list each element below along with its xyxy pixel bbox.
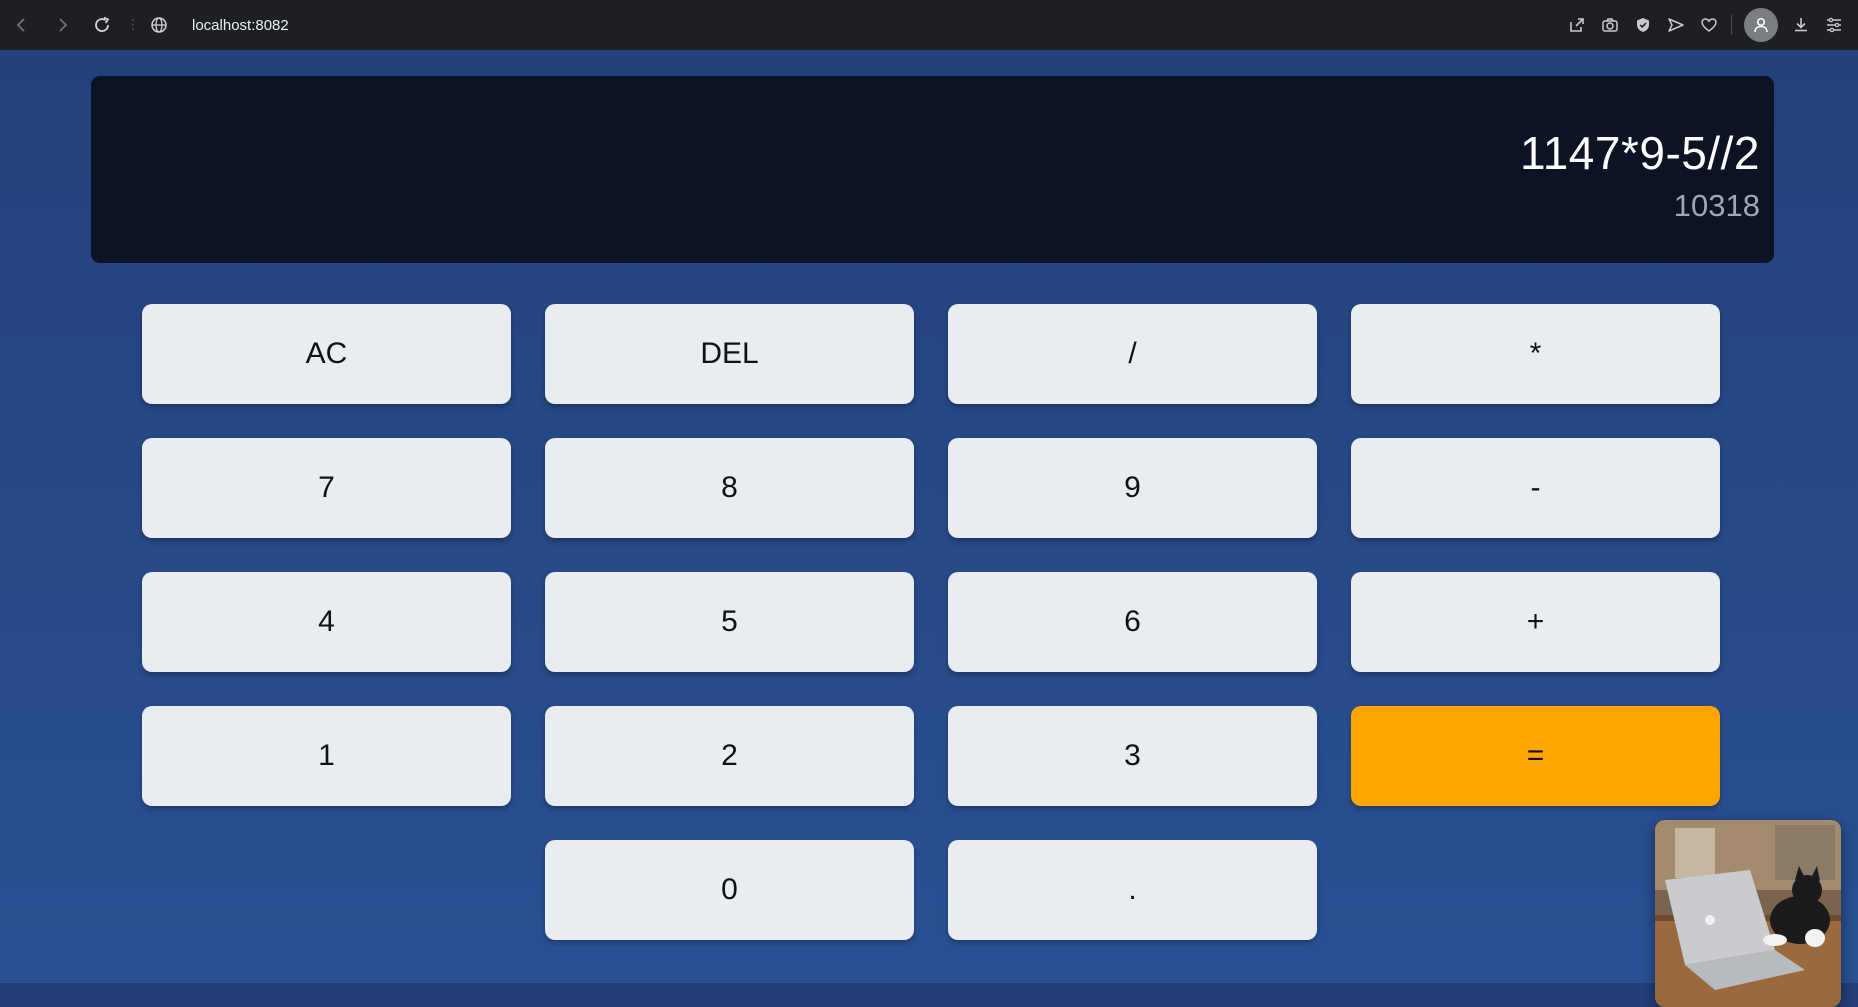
- minus-button[interactable]: -: [1351, 438, 1720, 538]
- cat-laptop-image: [1655, 820, 1841, 1007]
- calculator-page: 1147*9-5//2 10318 AC DEL / * 7 8 9 - 4 5…: [0, 50, 1858, 1007]
- clear-all-button[interactable]: AC: [142, 304, 511, 404]
- toolbar-separator: ⋮: [126, 17, 140, 33]
- send-button[interactable]: [1659, 5, 1692, 45]
- browser-tools: [1560, 5, 1850, 45]
- digit-5-button[interactable]: 5: [545, 572, 914, 672]
- calculator-display: 1147*9-5//2 10318: [91, 76, 1774, 263]
- address-bar-url[interactable]: localhost:8082: [192, 17, 289, 34]
- site-info-button[interactable]: [144, 10, 174, 40]
- equals-button[interactable]: =: [1351, 706, 1720, 806]
- digit-4-button[interactable]: 4: [142, 572, 511, 672]
- picture-in-picture-thumbnail[interactable]: [1655, 820, 1841, 1007]
- multiply-button[interactable]: *: [1351, 304, 1720, 404]
- arrow-left-icon: [16, 18, 25, 32]
- result-text: 10318: [1673, 188, 1760, 223]
- divide-button[interactable]: /: [948, 304, 1317, 404]
- reload-button[interactable]: [82, 5, 122, 45]
- profile-button[interactable]: [1744, 8, 1778, 42]
- back-button[interactable]: [2, 5, 42, 45]
- screenshot-button[interactable]: [1593, 5, 1626, 45]
- favorite-button[interactable]: [1692, 5, 1725, 45]
- digit-6-button[interactable]: 6: [948, 572, 1317, 672]
- shield-icon: [1636, 18, 1649, 32]
- decimal-point-button[interactable]: .: [948, 840, 1317, 940]
- digit-2-button[interactable]: 2: [545, 706, 914, 806]
- download-button[interactable]: [1784, 5, 1817, 45]
- globe-icon: [151, 17, 167, 33]
- share-icon: [1569, 18, 1584, 32]
- calculator-keypad: AC DEL / * 7 8 9 - 4 5 6 + 1 2 3 = 0 .: [142, 304, 1720, 940]
- download-icon: [1794, 18, 1807, 32]
- heart-icon: [1700, 18, 1717, 32]
- browser-toolbar: ⋮ localhost:8082: [0, 0, 1858, 50]
- digit-0-button[interactable]: 0: [545, 840, 914, 940]
- digit-1-button[interactable]: 1: [142, 706, 511, 806]
- camera-icon: [1601, 18, 1618, 32]
- send-icon: [1667, 18, 1684, 32]
- menu-icon: [1826, 17, 1841, 33]
- shield-button[interactable]: [1626, 5, 1659, 45]
- reload-icon: [95, 16, 110, 32]
- plus-button[interactable]: +: [1351, 572, 1720, 672]
- delete-button[interactable]: DEL: [545, 304, 914, 404]
- toolbar-divider: [1731, 15, 1732, 35]
- expression-text: 1147*9-5//2: [1520, 127, 1760, 179]
- digit-3-button[interactable]: 3: [948, 706, 1317, 806]
- arrow-right-icon: [59, 18, 68, 32]
- menu-button[interactable]: [1817, 5, 1850, 45]
- forward-button[interactable]: [42, 5, 82, 45]
- user-avatar-icon: [1754, 17, 1768, 33]
- digit-9-button[interactable]: 9: [948, 438, 1317, 538]
- digit-8-button[interactable]: 8: [545, 438, 914, 538]
- share-button[interactable]: [1560, 5, 1593, 45]
- digit-7-button[interactable]: 7: [142, 438, 511, 538]
